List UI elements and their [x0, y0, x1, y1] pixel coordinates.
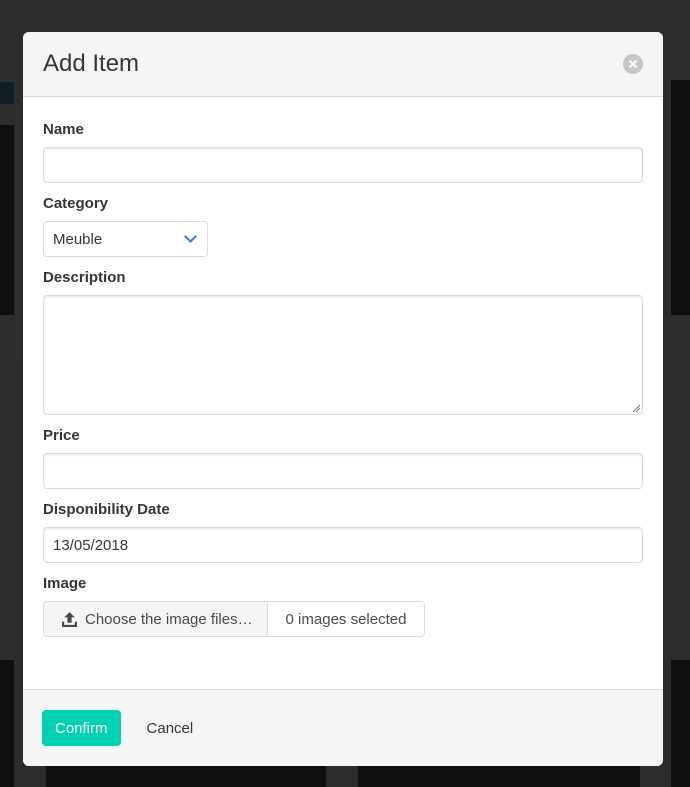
- description-textarea[interactable]: [43, 295, 643, 415]
- image-label: Image: [43, 575, 87, 592]
- price-label: Price: [43, 427, 80, 444]
- chevron-down-icon: [184, 230, 197, 243]
- name-input[interactable]: [43, 147, 643, 183]
- category-label: Category: [43, 195, 109, 212]
- date-field: Disponibility Date 13/05/2018: [43, 501, 643, 563]
- modal-footer: Confirm Cancel: [23, 689, 663, 766]
- date-input[interactable]: 13/05/2018: [43, 527, 643, 563]
- category-select[interactable]: Meuble: [43, 221, 208, 257]
- choose-files-button[interactable]: Choose the image files…: [43, 601, 268, 637]
- add-item-modal: Add Item Name Category Meuble Descriptio…: [23, 32, 663, 766]
- image-field: Image Choose the image files… 0 images s…: [43, 575, 643, 637]
- file-upload[interactable]: Choose the image files… 0 images selecte…: [43, 601, 425, 637]
- modal-body: Name Category Meuble Description Price D…: [23, 97, 663, 689]
- name-label: Name: [43, 121, 84, 138]
- confirm-button[interactable]: Confirm: [42, 710, 121, 746]
- name-field: Name: [43, 121, 643, 183]
- modal-header: Add Item: [23, 32, 663, 97]
- category-field: Category Meuble: [43, 195, 643, 257]
- resize-grip-icon[interactable]: [632, 404, 640, 412]
- category-selected-value: Meuble: [53, 230, 103, 248]
- price-field: Price: [43, 427, 643, 489]
- upload-icon: [62, 611, 77, 627]
- modal-title: Add Item: [43, 50, 140, 77]
- cancel-button[interactable]: Cancel: [134, 710, 207, 746]
- file-count-display: 0 images selected: [268, 601, 425, 637]
- close-icon[interactable]: [623, 54, 643, 74]
- description-label: Description: [43, 269, 126, 286]
- choose-files-label: Choose the image files…: [85, 610, 253, 628]
- description-field: Description: [43, 269, 643, 415]
- price-input[interactable]: [43, 453, 643, 489]
- date-label: Disponibility Date: [43, 501, 170, 518]
